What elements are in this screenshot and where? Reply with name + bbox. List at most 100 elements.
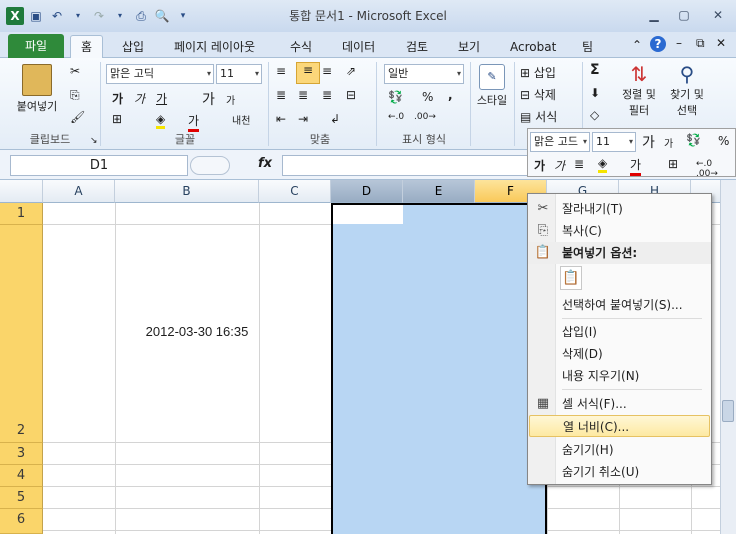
merge-center-icon[interactable]: ⊟	[346, 88, 356, 102]
format-cells-button[interactable]: ▤ 서식	[520, 108, 557, 125]
tab-page-layout[interactable]: 페이지 레이아웃	[164, 36, 265, 58]
vertical-scrollbar[interactable]	[720, 180, 736, 534]
mini-font-select[interactable]: 맑은 고드 ▾	[530, 132, 590, 152]
format-painter-icon[interactable]: 🖌	[70, 110, 85, 124]
mini-decimal-icon[interactable]: ←.0 .00→	[696, 159, 735, 179]
column-header[interactable]: C	[259, 180, 331, 203]
insert-cells-button[interactable]: ⊞ 삽입	[520, 64, 556, 81]
autosum-icon[interactable]: Σ	[590, 62, 600, 78]
mini-percent[interactable]: %	[718, 134, 729, 148]
mini-borders-icon[interactable]: ⊞	[668, 157, 678, 171]
print-icon[interactable]: ⎙	[132, 7, 150, 25]
menu-item-clear[interactable]: 내용 지우기(N)	[528, 365, 711, 387]
ribbon-collapse-icon[interactable]: ⌃	[632, 38, 642, 52]
mini-grow-font[interactable]: 가	[642, 132, 655, 152]
mini-bold[interactable]: 가	[534, 157, 545, 174]
underline-button[interactable]: 가	[156, 90, 167, 107]
menu-item-insert[interactable]: 삽입(I)	[528, 321, 711, 343]
copy-icon[interactable]: ⎘	[70, 88, 80, 103]
mini-shrink-font[interactable]: 가	[664, 135, 673, 150]
redo-icon[interactable]: ↷	[90, 7, 108, 25]
column-header[interactable]: B	[115, 180, 259, 203]
menu-item-format-cells[interactable]: ▦ 셀 서식(F)...	[528, 393, 711, 415]
increase-indent-icon[interactable]: ⇥	[298, 112, 308, 126]
paste-button[interactable]: 붙여넣기	[14, 62, 60, 118]
tab-insert[interactable]: 삽입	[112, 36, 154, 58]
formula-divider-handle[interactable]	[190, 156, 230, 175]
print-preview-icon[interactable]: 🔍	[153, 7, 171, 25]
maximize-button[interactable]: ▢	[670, 6, 698, 24]
decrease-decimal-icon[interactable]: .00→	[414, 112, 436, 122]
fill-icon[interactable]: ⬇	[590, 86, 600, 100]
paste-option-icon[interactable]: 📋	[560, 266, 582, 290]
tab-formulas[interactable]: 수식	[280, 36, 322, 58]
menu-item-cut[interactable]: ✂ 잘라내기(T)	[528, 198, 711, 220]
column-header[interactable]: A	[43, 180, 115, 203]
align-center-icon[interactable]: ≣	[298, 88, 308, 102]
column-header[interactable]: D	[331, 180, 403, 203]
active-cell[interactable]	[333, 205, 403, 224]
menu-item-hide[interactable]: 숨기기(H)	[528, 439, 711, 461]
undo-dropdown-icon[interactable]: ▾	[69, 7, 87, 25]
column-selection[interactable]	[331, 203, 547, 534]
styles-button[interactable]: ✎ 스타일	[472, 64, 512, 108]
bold-button[interactable]: 가	[112, 90, 123, 107]
currency-icon[interactable]: 💱	[388, 90, 403, 104]
menu-item-delete[interactable]: 삭제(D)	[528, 343, 711, 365]
tab-view[interactable]: 보기	[448, 36, 490, 58]
row-header[interactable]: 2	[0, 225, 43, 443]
comma-button[interactable]: ,	[448, 88, 453, 102]
help-icon[interactable]: ?	[650, 36, 666, 52]
row-header[interactable]: 5	[0, 487, 43, 509]
minimize-button[interactable]: ▁	[640, 6, 668, 24]
tab-team[interactable]: 팀	[572, 36, 603, 58]
align-left-icon[interactable]: ≣	[276, 88, 286, 102]
row-header[interactable]: 3	[0, 443, 43, 465]
select-all-corner[interactable]	[0, 180, 43, 203]
increase-decimal-icon[interactable]: ←.0	[388, 112, 404, 122]
redo-dropdown-icon[interactable]: ▾	[111, 7, 129, 25]
close-button[interactable]: ✕	[704, 6, 732, 24]
customize-qat-icon[interactable]: ▾	[174, 7, 192, 25]
doc-restore-icon[interactable]: ⧉	[696, 36, 705, 51]
tab-data[interactable]: 데이터	[332, 36, 385, 58]
align-middle-icon[interactable]: ≡	[296, 62, 320, 84]
name-box[interactable]: D1	[10, 155, 188, 176]
borders-icon[interactable]: ⊞	[112, 112, 122, 126]
clear-icon[interactable]: ◇	[590, 108, 599, 122]
align-right-icon[interactable]: ≣	[322, 88, 332, 102]
cell-b2[interactable]: 2012-03-30 16:35	[120, 324, 274, 339]
row-header[interactable]: 6	[0, 509, 43, 534]
tab-acrobat[interactable]: Acrobat	[500, 36, 566, 58]
tab-review[interactable]: 검토	[396, 36, 438, 58]
tab-home[interactable]: 홈	[70, 35, 104, 60]
fill-color-icon[interactable]: ◈	[156, 112, 166, 129]
mini-center-icon[interactable]: ≣	[574, 157, 584, 171]
menu-item-paste-special[interactable]: 선택하여 붙여넣기(S)...	[528, 294, 711, 316]
clipboard-launcher-icon[interactable]: ↘	[90, 136, 98, 146]
doc-minimize-icon[interactable]: –	[676, 36, 682, 50]
font-size-select[interactable]: 11 ▾	[216, 64, 262, 84]
shrink-font-button[interactable]: 가	[226, 92, 235, 107]
sort-filter-button[interactable]: ⇅ 정렬 및 필터	[614, 62, 664, 118]
wrap-text-icon[interactable]: ↲	[330, 112, 340, 126]
italic-button[interactable]: 가	[134, 90, 145, 107]
undo-icon[interactable]: ↶	[48, 7, 66, 25]
grow-font-button[interactable]: 가	[202, 89, 215, 109]
mini-fill-icon[interactable]: ◈	[598, 156, 608, 173]
cut-icon[interactable]: ✂	[70, 64, 80, 78]
scrollbar-thumb[interactable]	[722, 400, 734, 422]
tab-file[interactable]: 파일	[8, 34, 64, 58]
menu-item-column-width[interactable]: 열 너비(C)...	[529, 415, 710, 437]
mini-italic[interactable]: 가	[554, 157, 565, 174]
align-bottom-icon[interactable]: ≡	[322, 64, 332, 78]
doc-close-icon[interactable]: ✕	[716, 36, 726, 50]
column-header[interactable]: E	[403, 180, 475, 203]
orientation-icon[interactable]: ⇗	[346, 64, 356, 78]
row-header[interactable]: 1	[0, 203, 43, 225]
mini-font-color[interactable]: 가	[630, 156, 642, 176]
decrease-indent-icon[interactable]: ⇤	[276, 112, 286, 126]
align-top-icon[interactable]: ≡	[276, 64, 286, 78]
insert-function-button[interactable]: fx	[258, 156, 272, 171]
menu-item-unhide[interactable]: 숨기기 취소(U)	[528, 461, 711, 483]
